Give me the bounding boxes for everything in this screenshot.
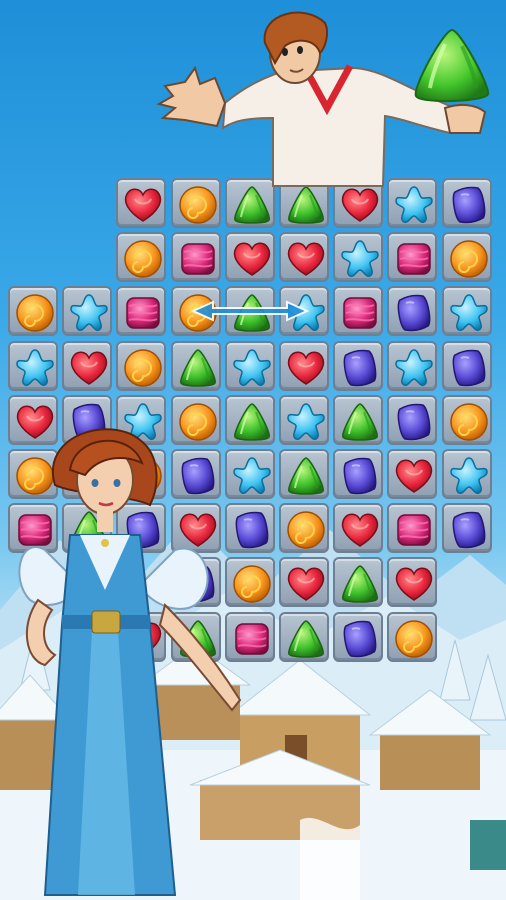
pink-candy-icon	[343, 297, 377, 330]
purple-candy-icon	[398, 403, 431, 441]
board-tile[interactable]	[387, 286, 438, 337]
green-candy-icon	[179, 348, 216, 387]
board-tile[interactable]	[62, 286, 113, 337]
board-tile[interactable]	[441, 503, 492, 554]
green-candy-icon	[234, 186, 270, 224]
pink-candy-icon	[397, 243, 432, 275]
board-tile[interactable]	[279, 557, 329, 608]
blue-candy-icon	[449, 457, 488, 495]
orange-candy-icon	[124, 240, 163, 278]
purple-candy-icon	[343, 620, 377, 657]
board-tile[interactable]	[333, 394, 384, 445]
board-tile[interactable]	[333, 340, 384, 391]
heart-candy-icon	[342, 513, 379, 548]
heart-candy-icon	[125, 188, 162, 222]
orange-candy-icon	[124, 348, 163, 387]
board-tile[interactable]	[333, 611, 384, 662]
heart-candy-icon	[287, 567, 325, 602]
heart-candy-icon	[233, 242, 270, 277]
green-candy-icon	[342, 403, 378, 441]
heart-candy-icon	[287, 242, 325, 277]
orange-candy-icon	[287, 511, 325, 549]
green-candy-icon	[288, 457, 324, 495]
pink-candy-icon	[180, 243, 215, 275]
purple-candy-icon	[452, 511, 485, 549]
board-tile[interactable]	[333, 557, 384, 608]
board-tile[interactable]	[441, 394, 492, 445]
orange-candy-icon	[449, 403, 488, 441]
board-tile[interactable]	[441, 340, 492, 391]
board-tile[interactable]	[333, 232, 384, 283]
blue-candy-icon	[233, 348, 271, 386]
board-tile[interactable]	[441, 286, 492, 337]
board-tile[interactable]	[279, 503, 329, 554]
board-tile[interactable]	[8, 340, 58, 391]
blue-candy-icon	[16, 348, 54, 386]
purple-candy-icon	[343, 349, 377, 386]
board-tile[interactable]	[387, 449, 438, 499]
board-tile[interactable]	[387, 557, 438, 608]
board-tile[interactable]	[224, 232, 275, 283]
board-tile[interactable]	[8, 286, 58, 337]
blue-candy-icon	[341, 240, 379, 278]
board-tile[interactable]	[62, 340, 113, 391]
board-tile[interactable]	[279, 340, 329, 391]
board-tile[interactable]	[387, 340, 438, 391]
orange-candy-icon	[449, 240, 488, 278]
board-tile[interactable]	[279, 394, 329, 445]
blue-candy-icon	[449, 294, 488, 332]
heart-candy-icon	[342, 188, 379, 222]
board-tile[interactable]	[170, 340, 221, 391]
orange-candy-icon	[16, 294, 54, 333]
board-tile[interactable]	[279, 611, 329, 662]
board-tile[interactable]	[333, 449, 384, 499]
board-tile[interactable]	[170, 232, 221, 283]
board-tile[interactable]	[279, 449, 329, 499]
board-tile[interactable]	[333, 286, 384, 337]
blue-candy-icon	[287, 403, 325, 440]
board-tile[interactable]	[224, 340, 275, 391]
heart-candy-icon	[396, 459, 433, 493]
pink-candy-icon	[126, 297, 161, 330]
orange-candy-icon	[178, 186, 217, 224]
heart-candy-icon	[287, 351, 325, 385]
purple-candy-icon	[452, 186, 485, 224]
orange-candy-icon	[395, 619, 434, 658]
board-tile[interactable]	[387, 232, 438, 283]
game-scene	[0, 0, 506, 900]
purple-candy-icon	[398, 295, 431, 332]
board-tile[interactable]	[441, 449, 492, 499]
green-candy-icon	[342, 565, 378, 604]
board-tile[interactable]	[387, 394, 438, 445]
heroine-woman-character	[18, 428, 242, 896]
green-candy-icon	[288, 186, 324, 224]
blue-candy-icon	[395, 348, 434, 386]
board-tile[interactable]	[441, 232, 492, 283]
blue-candy-icon	[395, 186, 434, 224]
board-tile[interactable]	[116, 232, 167, 283]
board-tile[interactable]	[279, 232, 329, 283]
board-tile[interactable]	[333, 503, 384, 554]
held-green-candy-icon	[414, 28, 490, 103]
board-tile[interactable]	[116, 340, 167, 391]
swap-hint-arrows-icon	[190, 300, 310, 322]
board-tile[interactable]	[116, 286, 167, 337]
blue-candy-icon	[70, 294, 108, 332]
heart-candy-icon	[396, 567, 433, 602]
purple-candy-icon	[452, 349, 485, 386]
green-candy-icon	[288, 619, 324, 658]
purple-candy-icon	[343, 457, 377, 495]
pink-candy-icon	[397, 514, 432, 546]
board-tile[interactable]	[387, 611, 438, 662]
board-tile[interactable]	[387, 503, 438, 554]
heart-candy-icon	[71, 351, 108, 385]
